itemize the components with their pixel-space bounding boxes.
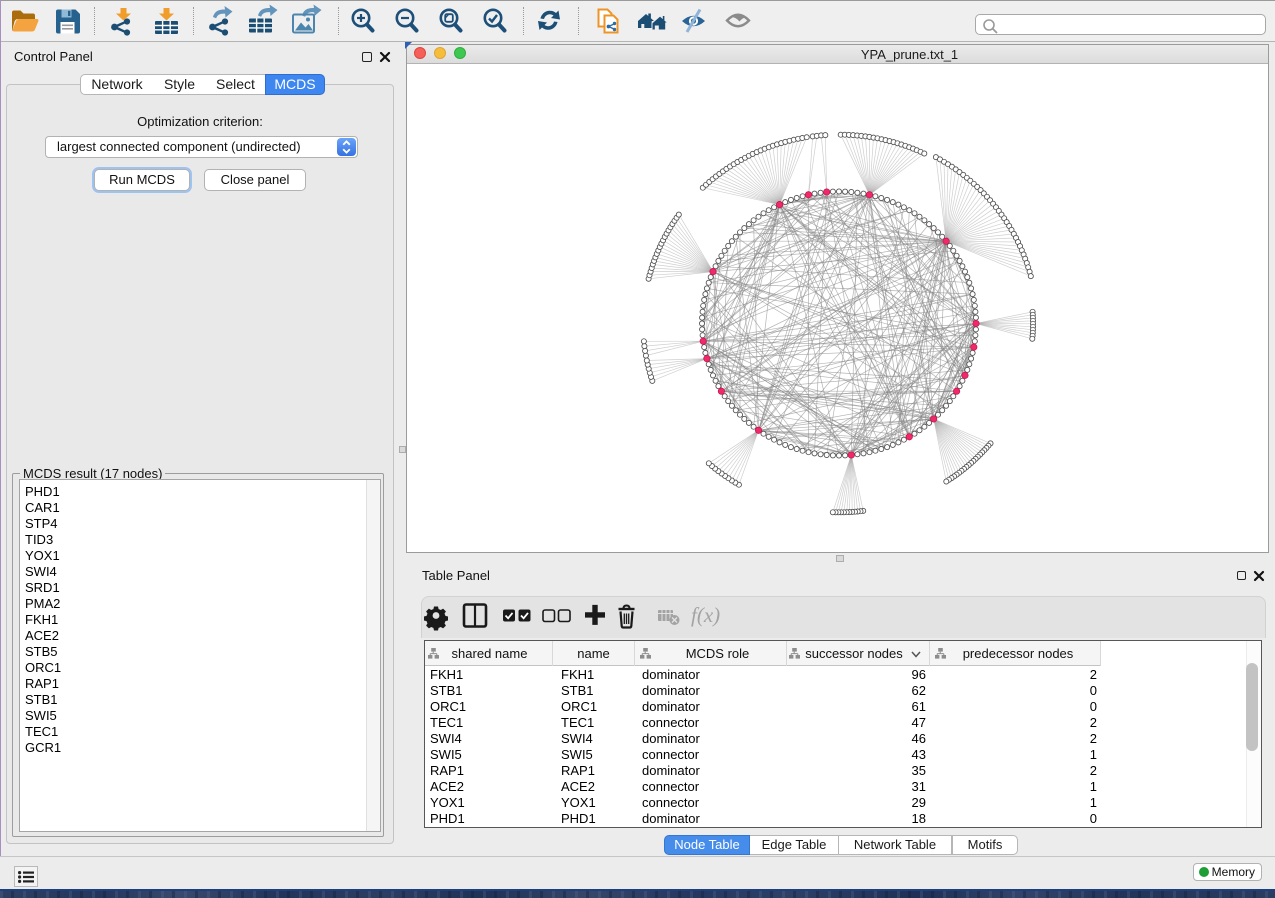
svg-text:f(x): f(x) xyxy=(691,603,720,627)
